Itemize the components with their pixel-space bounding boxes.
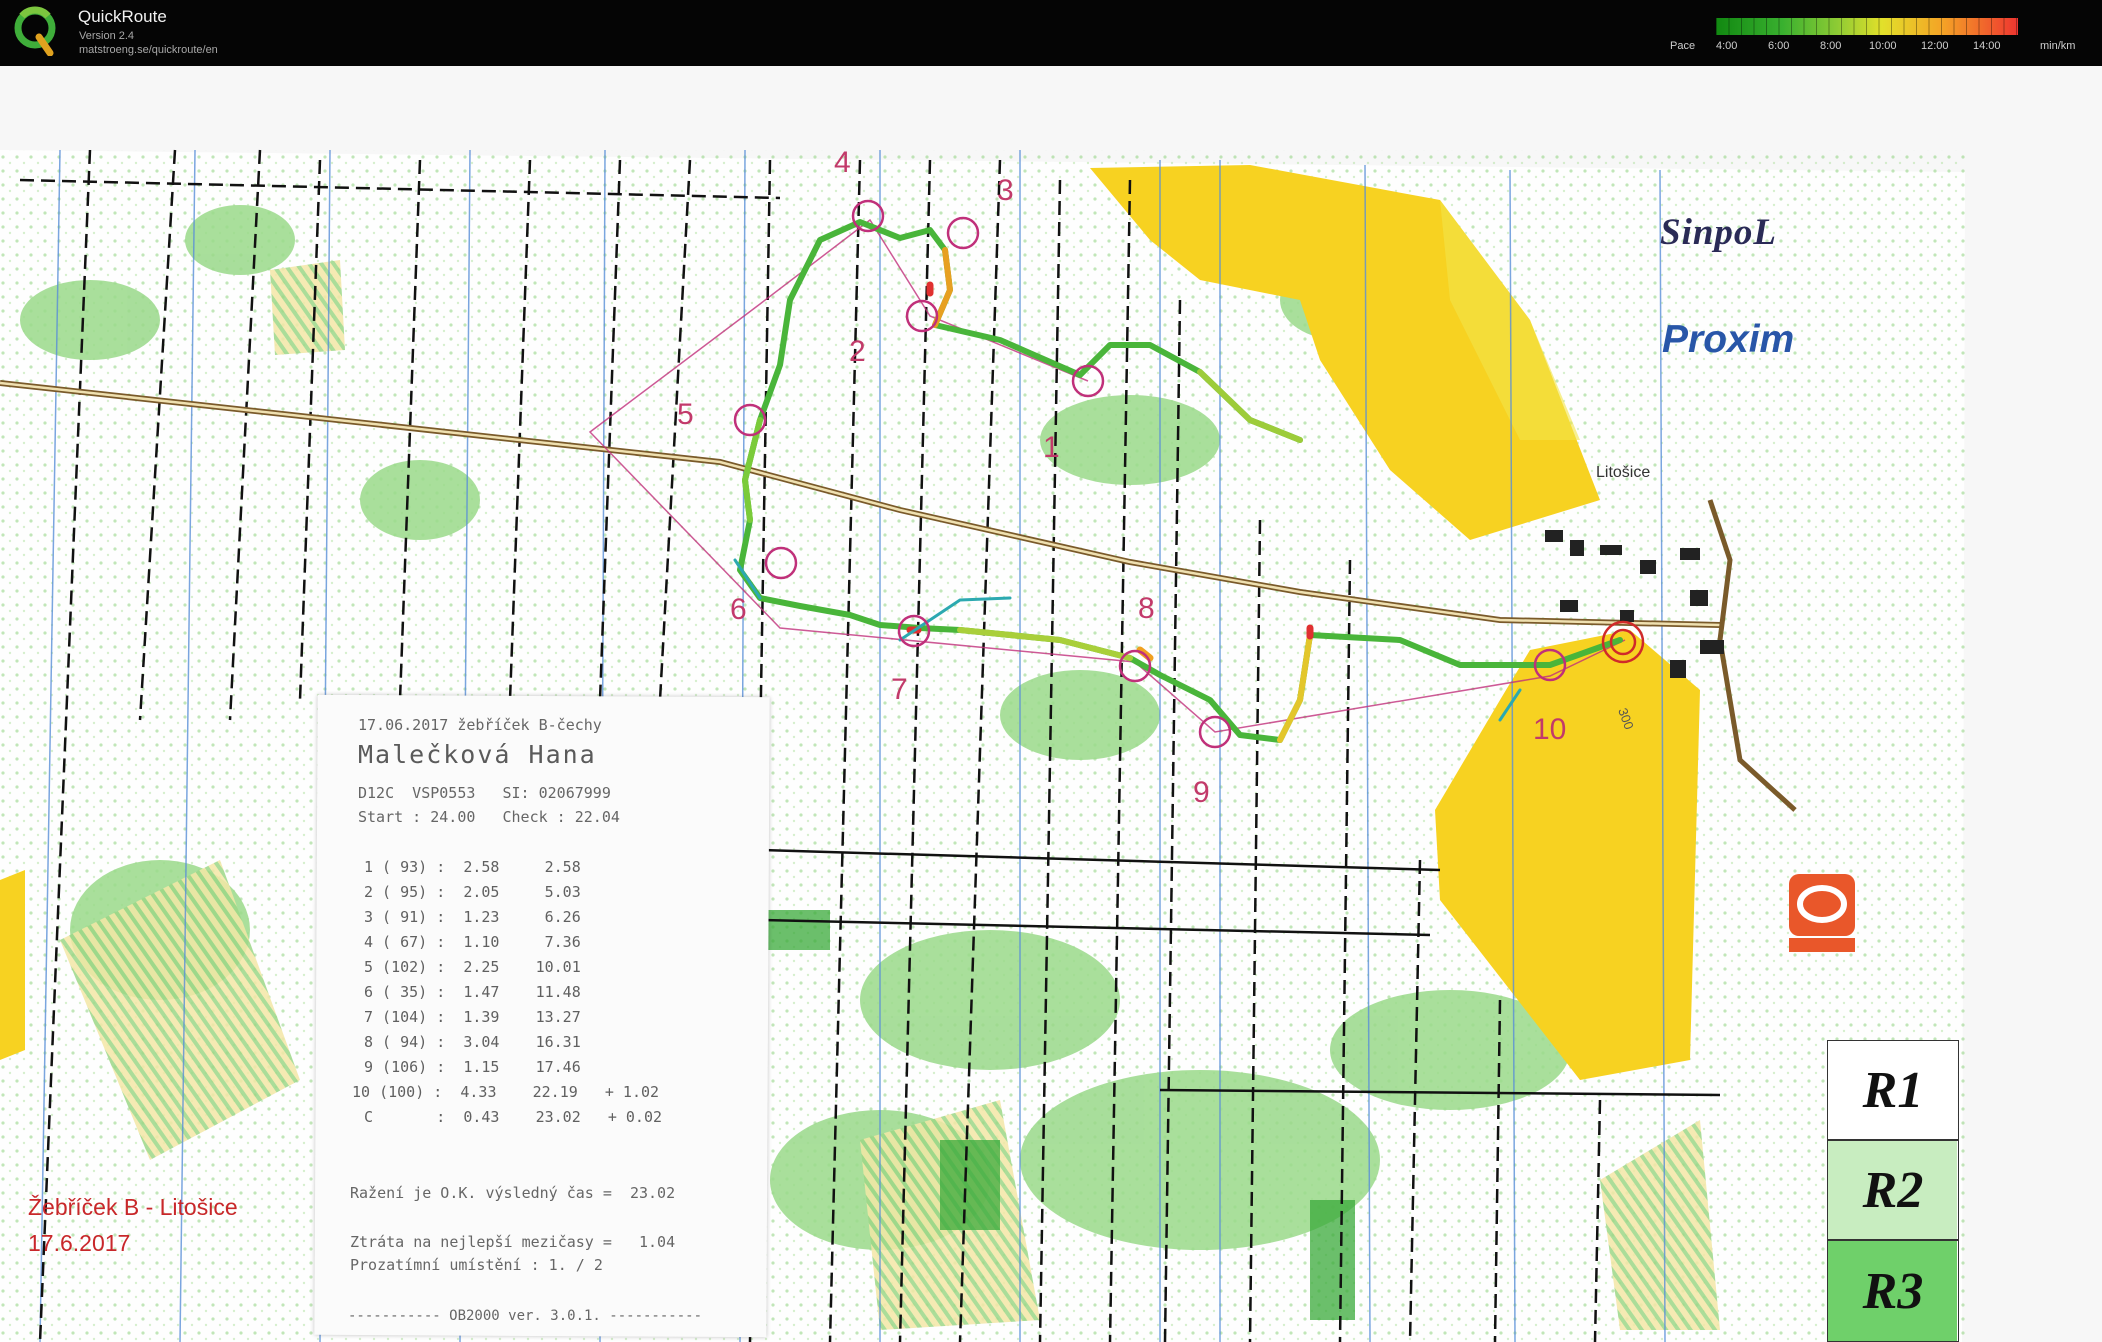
mapy-logo bbox=[1789, 874, 1855, 952]
receipt-loss-line: Ztráta na nejlepší mezičasy = 1.04 bbox=[350, 1233, 676, 1251]
receipt-position-line: Prozatímní umístění : 1. / 2 bbox=[350, 1256, 603, 1274]
control-number-3: 3 bbox=[997, 174, 1014, 207]
pace-tick: 6:00 bbox=[1768, 40, 1790, 52]
control-number-8: 8 bbox=[1138, 592, 1155, 625]
title-bar: QuickRoute Version 2.4 matstroeng.se/qui… bbox=[0, 0, 2102, 66]
pace-scale-grid bbox=[1716, 18, 2018, 35]
app-version: Version 2.4 bbox=[79, 30, 135, 42]
receipt-footer: ----------- OB2000 ver. 3.0.1. ---------… bbox=[348, 1308, 703, 1324]
village-label: Litošice bbox=[1596, 464, 1651, 481]
club-name-proxim: Proxim bbox=[1662, 318, 1795, 361]
split-row: 6 ( 35) : 1.47 11.48 bbox=[364, 983, 581, 1001]
route-level-r1: R1 bbox=[1827, 1040, 1959, 1140]
control-number-9: 9 bbox=[1193, 776, 1210, 809]
split-row: 8 ( 94) : 3.04 16.31 bbox=[364, 1033, 581, 1051]
pace-unit: min/km bbox=[2040, 40, 2076, 52]
pace-label: Pace bbox=[1670, 40, 1696, 52]
control-number-7: 7 bbox=[891, 673, 908, 706]
club-name-sinpol: SinpoL bbox=[1660, 212, 1778, 253]
split-row: 1 ( 93) : 2.58 2.58 bbox=[364, 858, 581, 876]
split-row: 4 ( 67) : 1.10 7.36 bbox=[364, 933, 581, 951]
control-number-4: 4 bbox=[834, 146, 851, 179]
split-row: 2 ( 95) : 2.05 5.03 bbox=[364, 883, 581, 901]
event-date: 17.6.2017 bbox=[28, 1230, 131, 1256]
control-number-1: 1 bbox=[1043, 431, 1060, 464]
receipt-runner-name: Malečková Hana bbox=[358, 740, 597, 769]
split-row: 10 (100) : 4.33 22.19 + 1.02 bbox=[352, 1083, 660, 1101]
quickroute-q-logo bbox=[14, 6, 56, 56]
receipt-header: 17.06.2017 žebříček B-čechy bbox=[358, 716, 602, 734]
pace-tick: 14:00 bbox=[1973, 40, 2001, 52]
split-row: 3 ( 91) : 1.23 6.26 bbox=[364, 908, 581, 926]
pace-tick: 10:00 bbox=[1869, 40, 1897, 52]
control-number-5: 5 bbox=[677, 398, 694, 431]
control-number-10: 10 bbox=[1533, 713, 1567, 746]
split-row: C : 0.43 23.02 + 0.02 bbox=[364, 1108, 663, 1126]
receipt-result-line: Ražení je O.K. výsledný čas = 23.02 bbox=[350, 1184, 676, 1202]
control-number-6: 6 bbox=[730, 593, 747, 626]
receipt-start-line: Start : 24.00 Check : 22.04 bbox=[358, 808, 620, 826]
pace-tick: 8:00 bbox=[1820, 40, 1842, 52]
pace-tick: 4:00 bbox=[1716, 40, 1738, 52]
receipt-class-line: D12C VSP0553 SI: 02067999 bbox=[358, 784, 611, 802]
split-row: 5 (102) : 2.25 10.01 bbox=[364, 958, 581, 976]
split-row: 7 (104) : 1.39 13.27 bbox=[364, 1008, 581, 1026]
route-level-r3: R3 bbox=[1827, 1240, 1959, 1342]
split-row: 9 (106) : 1.15 17.46 bbox=[364, 1058, 581, 1076]
app-url[interactable]: matstroeng.se/quickroute/en bbox=[79, 44, 218, 56]
control-number-2: 2 bbox=[849, 335, 866, 368]
event-title: Žebříček B - Litošice bbox=[28, 1194, 238, 1220]
app-title: QuickRoute bbox=[78, 7, 167, 26]
pace-tick: 12:00 bbox=[1921, 40, 1949, 52]
route-level-r2: R2 bbox=[1827, 1140, 1959, 1240]
